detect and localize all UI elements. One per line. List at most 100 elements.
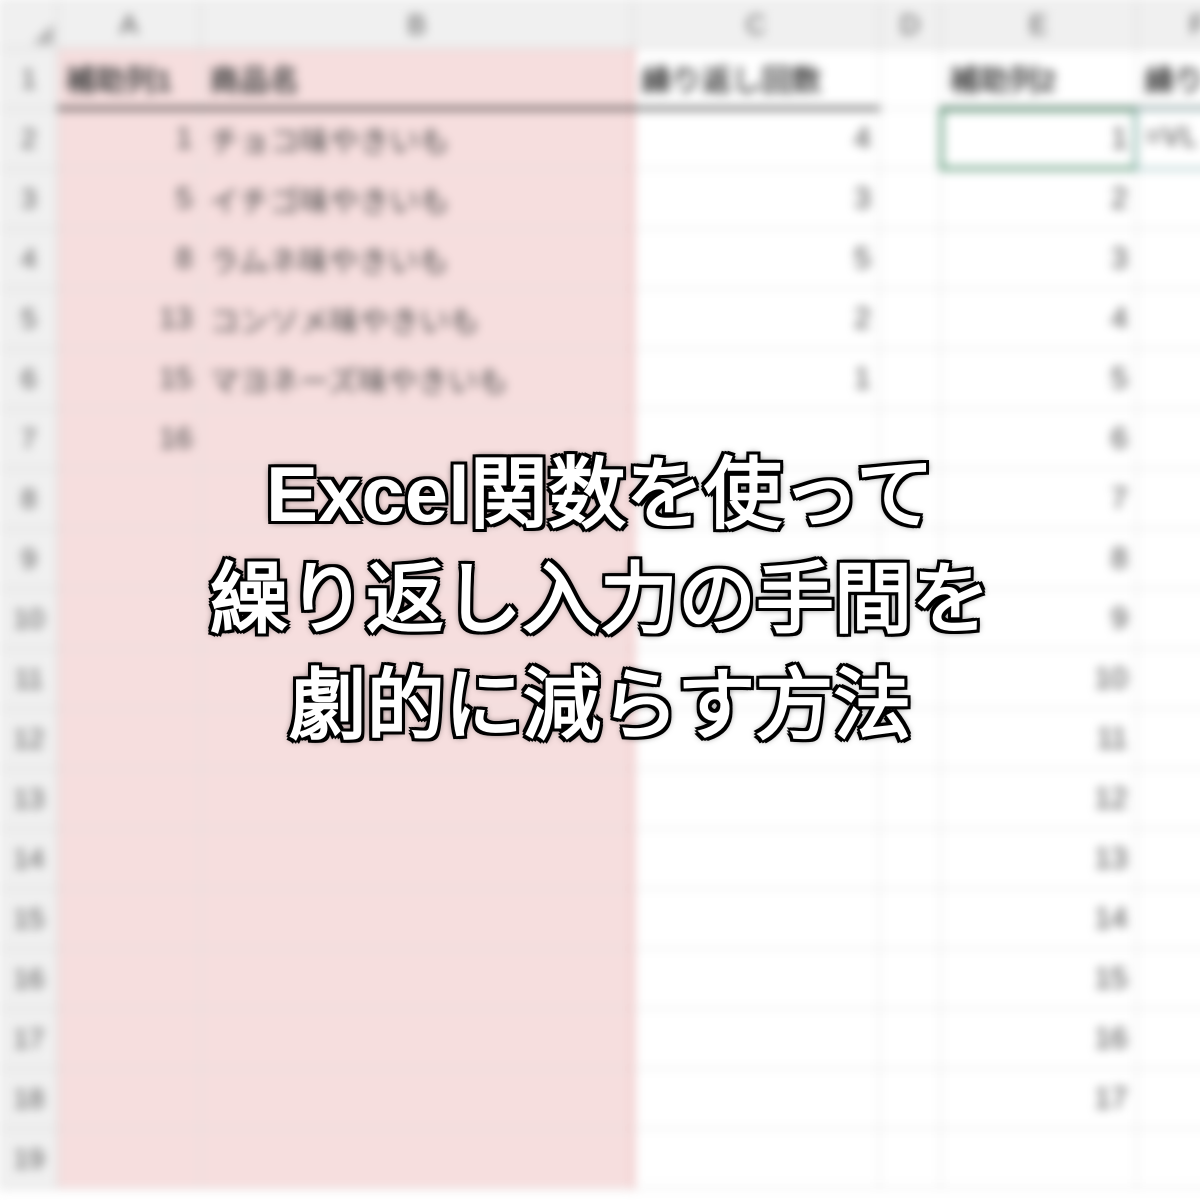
row-header[interactable]: 18 [1, 1069, 58, 1129]
cell-B11[interactable] [201, 649, 633, 709]
data-row-4[interactable]: 48ラムネ味やきいも5 3 [1, 229, 1200, 289]
cell-B9[interactable] [201, 529, 633, 589]
cell-A4[interactable]: 8 [57, 229, 201, 289]
cell-E19[interactable] [941, 1129, 1136, 1189]
cell-D14[interactable] [879, 829, 941, 889]
cell-E17[interactable]: 16 [941, 1009, 1136, 1069]
cell-A16[interactable] [57, 949, 201, 1009]
data-row-6[interactable]: 615マヨネーズ味やきいも15 [1, 349, 1200, 409]
cell-B14[interactable] [201, 829, 633, 889]
col-header-B[interactable]: B [201, 1, 633, 49]
cell-A12[interactable] [57, 709, 201, 769]
cell-B10[interactable] [201, 589, 633, 649]
cell-C1[interactable]: 繰り返し回数 [633, 49, 880, 109]
cell-F16[interactable] [1136, 949, 1200, 1009]
row-header[interactable]: 2 [1, 109, 58, 169]
cell-A6[interactable]: 15 [57, 349, 201, 409]
cell-C13[interactable] [633, 769, 880, 829]
row-header[interactable]: 13 [1, 769, 58, 829]
cell-A19[interactable] [57, 1129, 201, 1189]
data-row-1[interactable]: 1 補助列1 商品名 繰り返し回数 補助列2 繰り [1, 49, 1200, 109]
cell-C19[interactable] [633, 1129, 880, 1189]
cell-B18[interactable] [201, 1069, 633, 1129]
row-header[interactable]: 4 [1, 229, 58, 289]
cell-E5[interactable]: 4 [941, 289, 1136, 349]
cell-F7[interactable] [1136, 409, 1200, 469]
cell-F17[interactable] [1136, 1009, 1200, 1069]
cell-D9[interactable] [879, 529, 941, 589]
cell-C17[interactable] [633, 1009, 880, 1069]
cell-E18[interactable]: 17 [941, 1069, 1136, 1129]
cell-A7[interactable]: 16 [57, 409, 201, 469]
cell-B13[interactable] [201, 769, 633, 829]
cell-B6[interactable]: マヨネーズ味やきいも [201, 349, 633, 409]
data-row-11[interactable]: 1110 [1, 649, 1200, 709]
cell-C9[interactable] [633, 529, 880, 589]
cell-E9[interactable]: 8 [941, 529, 1136, 589]
cell-C3[interactable]: 3 [633, 169, 880, 229]
cell-E11[interactable]: 10 [941, 649, 1136, 709]
column-header-row[interactable]: A B C D E F [1, 1, 1200, 49]
cell-C10[interactable] [633, 589, 880, 649]
data-row-9[interactable]: 98 [1, 529, 1200, 589]
cell-B17[interactable] [201, 1009, 633, 1069]
cell-B7[interactable] [201, 409, 633, 469]
data-row-12[interactable]: 12 11 [1, 709, 1200, 769]
cell-C6[interactable]: 1 [633, 349, 880, 409]
cell-F2[interactable]: =VL [1136, 109, 1200, 169]
cell-F14[interactable] [1136, 829, 1200, 889]
row-header[interactable]: 16 [1, 949, 58, 1009]
cell-D6[interactable] [879, 349, 941, 409]
select-all-corner[interactable] [1, 1, 58, 49]
cell-A5[interactable]: 13 [57, 289, 201, 349]
cell-F8[interactable] [1136, 469, 1200, 529]
cell-E1[interactable]: 補助列2 [941, 49, 1136, 109]
cell-F13[interactable] [1136, 769, 1200, 829]
cell-F5[interactable] [1136, 289, 1200, 349]
row-header[interactable]: 15 [1, 889, 58, 949]
cell-D5[interactable] [879, 289, 941, 349]
row-header[interactable]: 3 [1, 169, 58, 229]
cell-B16[interactable] [201, 949, 633, 1009]
cell-B19[interactable] [201, 1129, 633, 1189]
cell-E3[interactable]: 2 [941, 169, 1136, 229]
cell-F4[interactable] [1136, 229, 1200, 289]
data-row-19[interactable]: 19 [1, 1129, 1200, 1189]
cell-F12[interactable] [1136, 709, 1200, 769]
row-header[interactable]: 14 [1, 829, 58, 889]
row-header[interactable]: 10 [1, 589, 58, 649]
cell-D15[interactable] [879, 889, 941, 949]
cell-E7[interactable]: 6 [941, 409, 1136, 469]
cell-C4[interactable]: 5 [633, 229, 880, 289]
cell-E15[interactable]: 14 [941, 889, 1136, 949]
col-header-E[interactable]: E [941, 1, 1136, 49]
cell-E12[interactable]: 11 [941, 709, 1136, 769]
data-row-17[interactable]: 1716 [1, 1009, 1200, 1069]
cell-C15[interactable] [633, 889, 880, 949]
cell-C2[interactable]: 4 [633, 109, 880, 169]
cell-E4[interactable]: 3 [941, 229, 1136, 289]
cell-B4[interactable]: ラムネ味やきいも [201, 229, 633, 289]
cell-F1[interactable]: 繰り [1136, 49, 1200, 109]
cell-E13[interactable]: 12 [941, 769, 1136, 829]
cell-C18[interactable] [633, 1069, 880, 1129]
cell-C11[interactable] [633, 649, 880, 709]
cell-E16[interactable]: 15 [941, 949, 1136, 1009]
cell-A18[interactable] [57, 1069, 201, 1129]
cell-D3[interactable] [879, 169, 941, 229]
row-header[interactable]: 5 [1, 289, 58, 349]
data-row-8[interactable]: 87 [1, 469, 1200, 529]
cell-B8[interactable] [201, 469, 633, 529]
row-header[interactable]: 8 [1, 469, 58, 529]
cell-B2[interactable]: チョコ味やきいも [201, 109, 633, 169]
row-header[interactable]: 12 [1, 709, 58, 769]
cell-B3[interactable]: イチゴ味やきいも [201, 169, 633, 229]
cell-F18[interactable] [1136, 1069, 1200, 1129]
cell-C16[interactable] [633, 949, 880, 1009]
data-row-18[interactable]: 1817 [1, 1069, 1200, 1129]
cell-A8[interactable] [57, 469, 201, 529]
cell-F15[interactable] [1136, 889, 1200, 949]
cell-A10[interactable] [57, 589, 201, 649]
col-header-A[interactable]: A [57, 1, 201, 49]
cell-E14[interactable]: 13 [941, 829, 1136, 889]
